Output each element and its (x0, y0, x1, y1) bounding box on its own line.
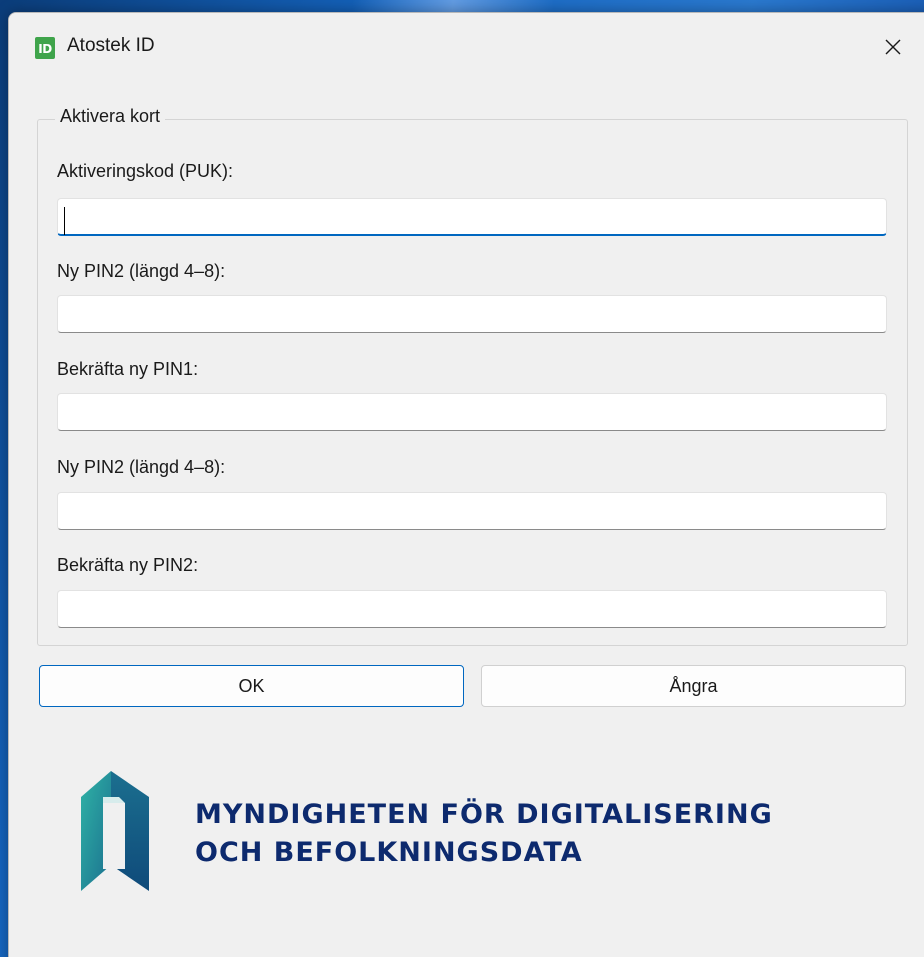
group-title: Aktivera kort (55, 106, 166, 127)
window-title: Atostek ID (67, 35, 155, 56)
organization-name-line2: OCH BEFOLKNINGSDATA (195, 837, 583, 868)
title-bar: ID Atostek ID (9, 13, 924, 81)
confirm-pin1-label: Bekräfta ny PIN1: (57, 359, 199, 379)
dvv-logo-icon (81, 771, 149, 891)
new-pin2-second-input[interactable] (57, 492, 887, 530)
cancel-button[interactable]: Ångra (481, 665, 906, 707)
confirm-pin1-input[interactable] (57, 393, 887, 431)
new-pin2-input[interactable] (57, 295, 887, 333)
new-pin2-label: Ny PIN2 (längd 4–8): (57, 261, 226, 281)
text-caret (64, 207, 65, 235)
puk-label: Aktiveringskod (PUK): (57, 161, 234, 181)
close-icon (885, 39, 901, 55)
puk-input[interactable] (57, 198, 887, 236)
close-button[interactable] (875, 31, 911, 63)
confirm-pin2-input[interactable] (57, 590, 887, 628)
confirm-pin2-label: Bekräfta ny PIN2: (57, 555, 199, 575)
organization-name-line1: MYNDIGHETEN FÖR DIGITALISERING (195, 799, 773, 830)
new-pin2-second-label: Ny PIN2 (längd 4–8): (57, 457, 226, 477)
ok-button[interactable]: OK (39, 665, 464, 707)
dialog-window: ID Atostek ID Aktivera kort Aktiveringsk… (8, 12, 924, 957)
app-id-icon: ID (35, 37, 55, 59)
